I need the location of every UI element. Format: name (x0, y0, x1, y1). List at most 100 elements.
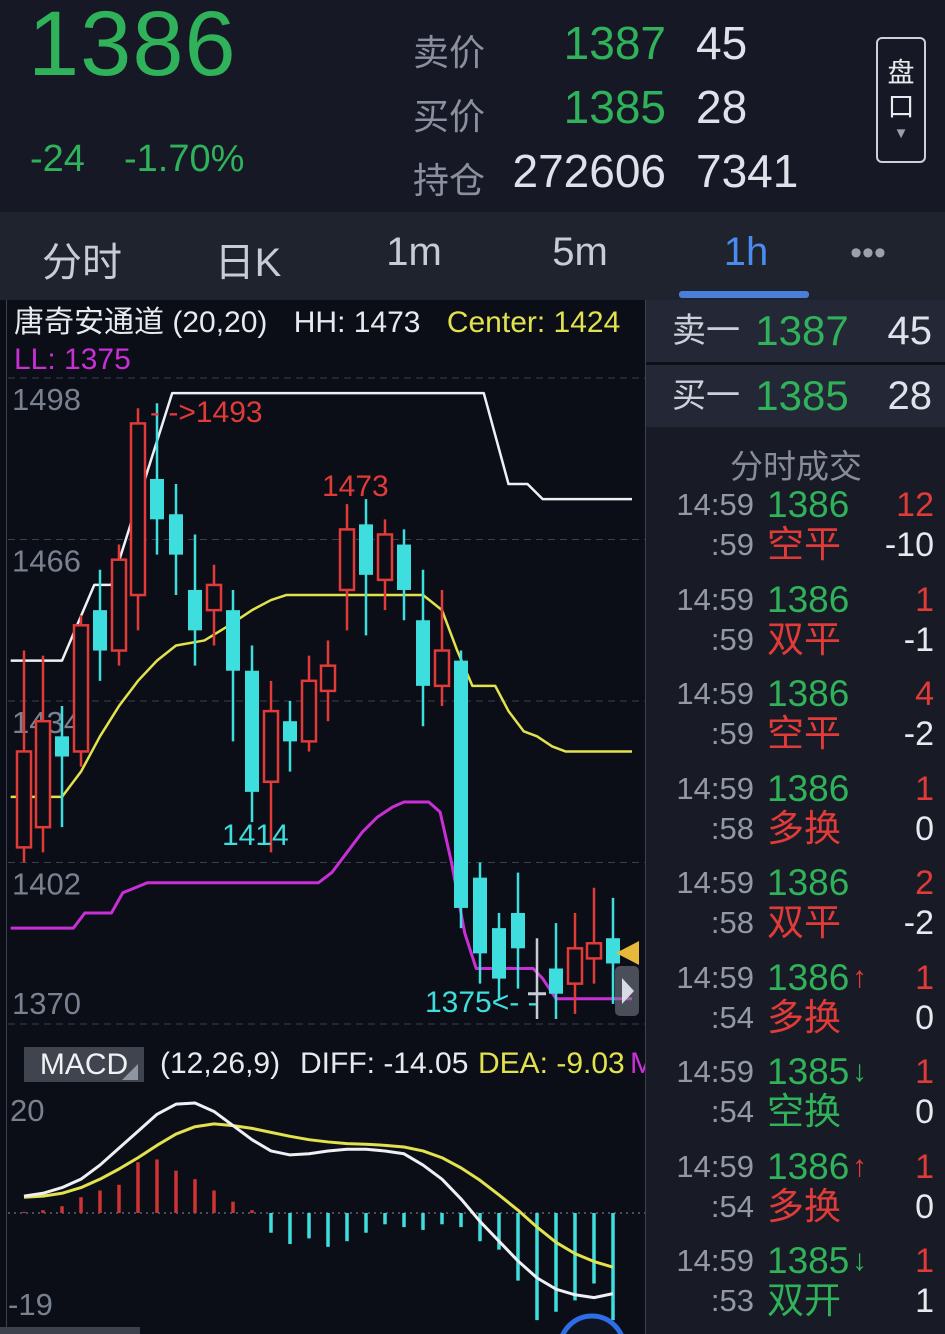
level-label: 买一 (672, 377, 740, 415)
trade-volume: 1 (915, 769, 934, 808)
macd-y-bottom-label: -19 (8, 1287, 53, 1322)
trade-time: 14:59 (676, 770, 754, 806)
active-tab-underline (679, 291, 809, 298)
trade-seconds: :54 (710, 1188, 754, 1224)
quote-row-extra: 7341 (696, 145, 799, 197)
candle-body-down (397, 544, 411, 590)
y-axis-label: 1370 (12, 986, 81, 1021)
tick-trades-title: 分时成交 (730, 448, 862, 485)
trade-time: 14:59 (676, 676, 754, 711)
candle-body-down (606, 938, 620, 964)
tab-5m[interactable]: 5m (552, 230, 608, 275)
trade-delta: -1 (903, 620, 934, 659)
quote-header: 1386 -24 -1.70% 卖价 1387 45 买价 1385 28 持仓 272606… (0, 0, 945, 212)
quote-row-label: 持仓 (413, 160, 486, 201)
candle-body-up (205, 583, 223, 612)
indicator-line (10, 800, 632, 1001)
y-axis-label: 1402 (12, 867, 81, 902)
candle-body-up (585, 942, 603, 960)
level-quantity: 45 (887, 309, 933, 353)
trade-delta: -2 (903, 904, 934, 942)
chart-annotation: 1414 (222, 819, 289, 852)
candle-body-down (511, 912, 525, 949)
trade-time: 14:59 (676, 1054, 754, 1089)
trade-seconds: :58 (710, 810, 754, 846)
candle-body-down (55, 736, 69, 757)
level-quantity: 28 (887, 374, 933, 418)
trade-delta: 1 (915, 1282, 934, 1320)
candle-body-down (454, 660, 468, 908)
depth-button-char2: 口 (887, 92, 915, 122)
candle-body-down (416, 620, 430, 686)
macd-dea-value: DEA: -9.03 (478, 1047, 625, 1080)
macd-chart[interactable]: 20 -19 (0, 1087, 645, 1334)
candle-body-down (93, 610, 107, 651)
tab-1m[interactable]: 1m (386, 230, 442, 275)
macd-header: MACD (12,26,9) DIFF: -14.05 DEA: -9.03 M… (0, 1045, 645, 1085)
candle-body-down (226, 610, 240, 671)
quote-row-value: 272606 (512, 145, 667, 197)
candle-body-up (566, 947, 584, 985)
quote-row-extra: 28 (696, 81, 748, 133)
bid-level-row[interactable]: 买一 1385 28 (646, 365, 945, 427)
level-label: 卖一 (672, 312, 740, 350)
trade-volume: 4 (915, 675, 934, 713)
candlestick-chart[interactable]: 14981466143414021370- ->1493147314141375… (0, 300, 645, 1038)
trade-delta: 0 (915, 998, 934, 1037)
candle-body-down (150, 478, 164, 520)
candle-body-up (433, 649, 451, 688)
quote-row-label: 卖价 (413, 32, 486, 73)
candle-body-up (15, 750, 33, 849)
chevron-down-icon: ▼ (893, 125, 909, 142)
market-side-panel[interactable]: 卖一 1387 45 买一 1385 28 分时成交 14:59 1386 12:59 空平 -1… (645, 300, 945, 1334)
trade-volume: 1 (915, 1242, 934, 1280)
trade-seconds: :54 (710, 1094, 754, 1129)
y-axis-label: 1498 (12, 382, 81, 417)
candle-body-up (376, 533, 394, 582)
bottom-edge-strip (0, 1327, 140, 1334)
depth-panel-button[interactable]: 盘 口 ▼ (876, 37, 926, 163)
candle-body-down (188, 589, 202, 631)
tab-more-menu[interactable]: ••• (840, 234, 896, 273)
trade-delta: -10 (884, 526, 934, 564)
macd-line (23, 1101, 614, 1300)
trade-volume: 12 (896, 486, 934, 524)
price-change-percent: -1.70% (124, 138, 245, 180)
candle-body-down (283, 721, 297, 742)
quote-row-extra: 45 (696, 17, 748, 69)
candle-body-up (34, 719, 52, 829)
macd-line (23, 1122, 614, 1269)
period-tab-bar: 分时 日K 1m 5m 1h ••• (0, 212, 945, 300)
tab-日K[interactable]: 日K (212, 230, 284, 288)
tab-分时[interactable]: 分时 (42, 230, 122, 288)
candle-body-up (338, 528, 356, 592)
candle-body-down (492, 928, 506, 979)
trading-app: 1386 -24 -1.70% 卖价 1387 45 买价 1385 28 持仓 272606… (0, 0, 945, 1334)
y-axis-label: 1466 (12, 544, 81, 579)
macd-value-clipped: MACD: (630, 1047, 645, 1080)
candle-body-down (473, 877, 487, 954)
depth-button-char1: 盘 (887, 58, 915, 88)
chart-annotation: - ->1493 (150, 396, 263, 429)
trade-seconds: :53 (710, 1283, 754, 1318)
trade-time: 14:59 (676, 487, 754, 522)
trade-volume: 1 (915, 958, 934, 997)
macd-y-top-label: 20 (10, 1093, 44, 1128)
candle-body-up (319, 664, 337, 693)
trade-time: 14:59 (676, 1148, 754, 1184)
chart-annotation: 1473 (322, 470, 389, 503)
trade-volume: 2 (915, 864, 934, 902)
trade-seconds: :59 (710, 716, 754, 751)
macd-params: (12,26,9) (160, 1047, 281, 1080)
ask-level-row[interactable]: 卖一 1387 45 (646, 300, 945, 362)
candle-body-down (359, 524, 373, 575)
trade-seconds: :59 (710, 621, 754, 657)
trade-seconds: :58 (710, 905, 754, 940)
trade-volume: 1 (915, 1053, 934, 1091)
tab-1h[interactable]: 1h (722, 230, 770, 275)
trade-delta: 0 (915, 1093, 934, 1131)
price-change: -24 (30, 138, 85, 180)
candle-body-down (245, 670, 259, 792)
chart-area[interactable]: 唐奇安通道 (20,20) HH: 1473 Center: 1424 LL: … (0, 300, 645, 1334)
candle-body-up (72, 624, 90, 753)
